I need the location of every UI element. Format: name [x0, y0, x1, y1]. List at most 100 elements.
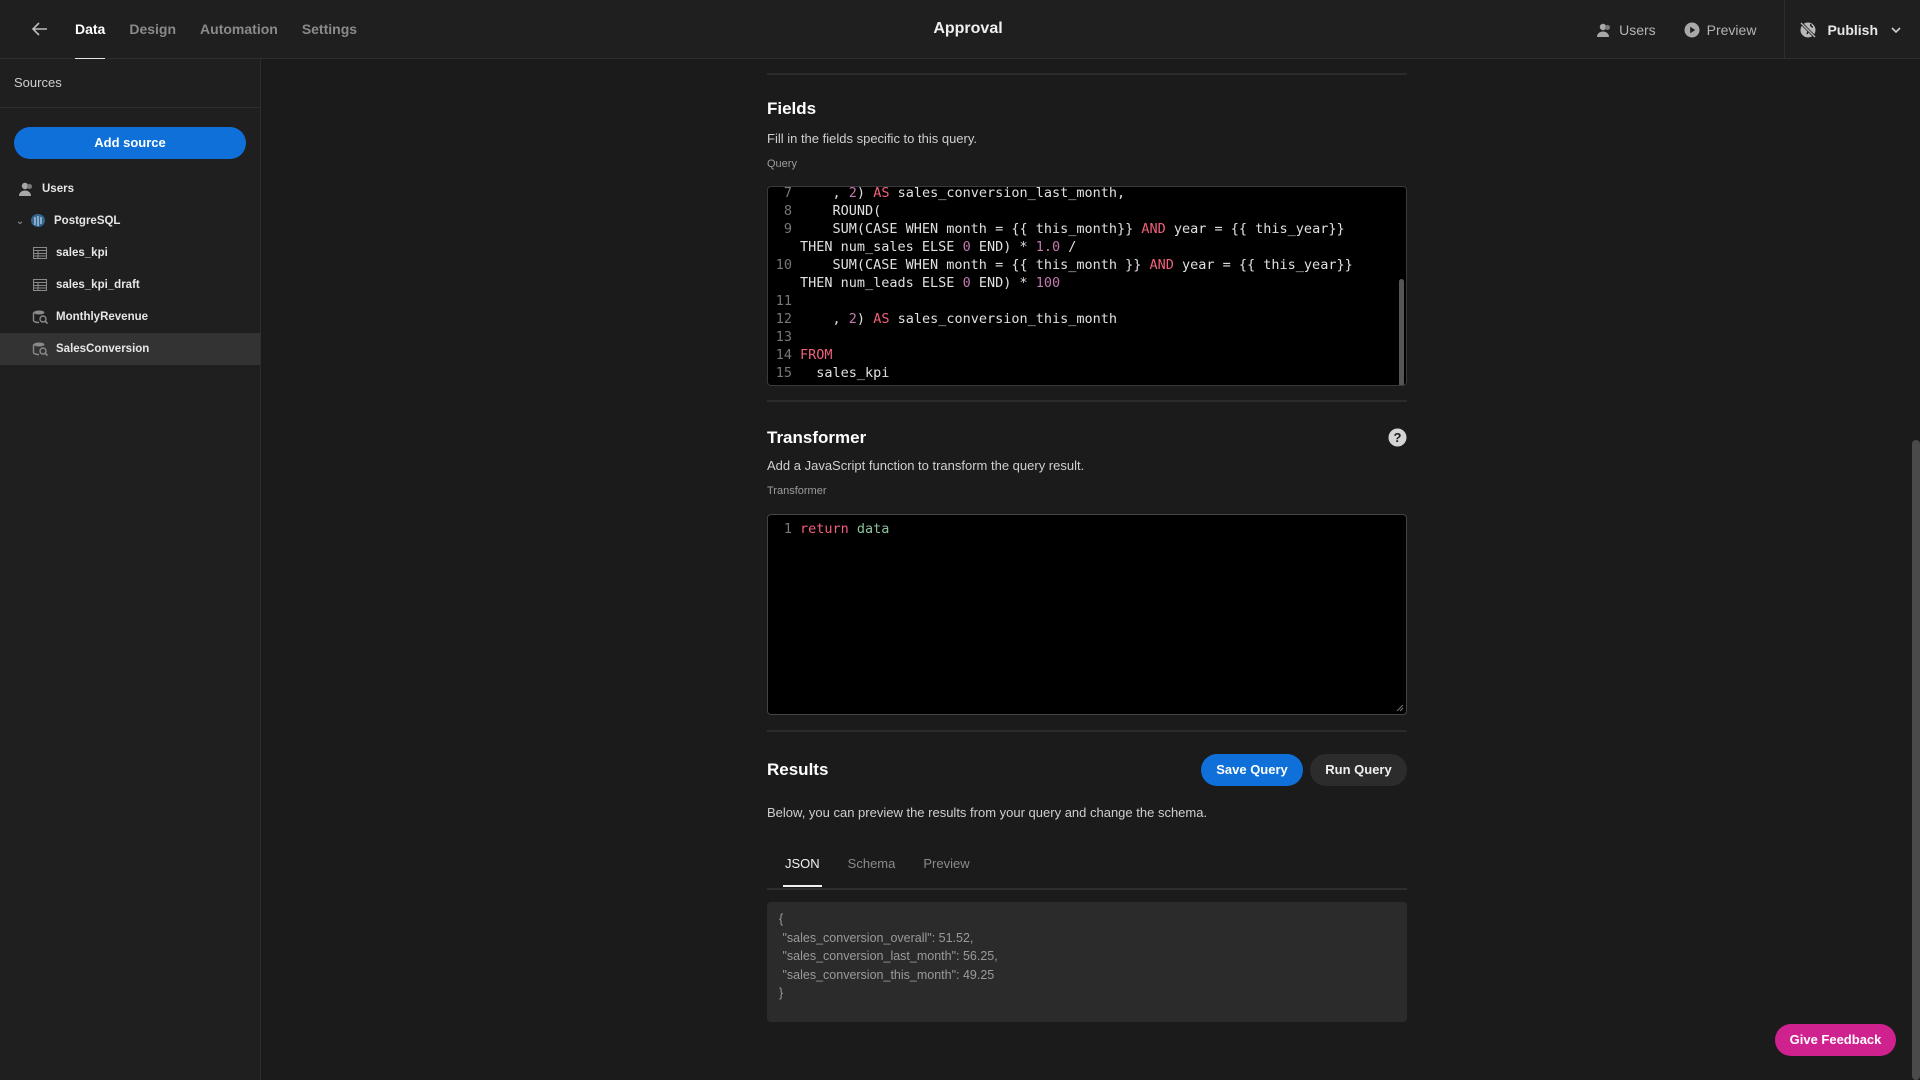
code-number: 2 [848, 311, 857, 327]
code-text: sales_conversion_this_month [889, 311, 1118, 327]
sidebar-item-sales-conversion[interactable]: SalesConversion [0, 333, 260, 365]
results-title: Results [767, 760, 829, 779]
code-text: ROUND( [800, 203, 882, 219]
top-bar: Data Design Automation Settings Approval… [0, 0, 1920, 60]
code-text: year = {{ this_year}} [1165, 221, 1345, 237]
line-number: 12 [775, 311, 792, 327]
save-query-button[interactable]: Save Query [1201, 754, 1303, 786]
main-panel: Fields Fill in the fields specific to th… [261, 59, 1920, 1080]
sidebar-item-sales-kpi-draft[interactable]: sales_kpi_draft [0, 269, 260, 301]
add-source-button[interactable]: Add source [14, 127, 246, 159]
tab-preview[interactable]: Preview [921, 844, 971, 884]
code-line: 12 , 2) AS sales_conversion_this_month [768, 310, 1117, 328]
code-line: 15 sales_kpi [768, 364, 890, 382]
postgresql-icon [30, 213, 46, 229]
nav-tab-data[interactable]: Data [75, 0, 106, 60]
line-number: 8 [783, 203, 792, 219]
results-tabs: JSON Schema Preview [783, 844, 996, 887]
nav-tab-automation[interactable]: Automation [200, 0, 278, 59]
tab-schema[interactable]: Schema [846, 844, 898, 884]
transformer-description: Add a JavaScript function to transform t… [767, 458, 1085, 473]
tabs-underline [767, 888, 1407, 890]
code-number: 100 [1035, 275, 1061, 291]
code-line: 7 , 2) AS sales_conversion_last_month, [768, 186, 1125, 202]
sidebar-item-label: PostgreSQL [54, 215, 121, 227]
code-line: 13 [768, 328, 800, 346]
tab-json[interactable]: JSON [783, 844, 822, 887]
users-icon [1597, 23, 1611, 37]
svg-text:?: ? [1394, 430, 1402, 445]
chevron-down-icon[interactable]: ⌄ [14, 216, 26, 227]
code-keyword: FROM [800, 347, 833, 363]
line-number: 15 [775, 365, 792, 381]
globe-off-icon [1800, 21, 1817, 38]
sidebar-header: Sources [0, 59, 260, 108]
sidebar-item-label: sales_kpi_draft [56, 279, 140, 291]
line-number: 10 [775, 257, 792, 273]
query-icon [32, 309, 48, 325]
line-number: 11 [775, 293, 792, 309]
play-circle-icon [1684, 22, 1700, 37]
code-text: , [800, 186, 849, 201]
line-number: 13 [775, 329, 792, 345]
help-circle-icon[interactable]: ? [1388, 428, 1407, 447]
table-icon [32, 245, 48, 261]
query-label: Query [767, 158, 797, 170]
code-line: 8 ROUND( [768, 202, 881, 220]
code-number: 1.0 [1035, 239, 1061, 255]
line-number: 14 [775, 347, 792, 363]
users-button[interactable]: Users [1596, 22, 1656, 38]
line-number: 9 [783, 221, 792, 237]
run-query-button[interactable]: Run Query [1310, 754, 1407, 786]
fields-title: Fields [767, 99, 817, 118]
sidebar-item-label: Users [42, 183, 74, 195]
sidebar-item-postgresql[interactable]: ⌄ PostgreSQL [0, 205, 260, 237]
publish-button[interactable]: Publish [1784, 0, 1920, 59]
publish-label: Publish [1827, 21, 1878, 38]
code-line: 1 return data [768, 520, 890, 538]
sidebar-item-label: sales_kpi [56, 247, 108, 259]
table-icon [32, 277, 48, 293]
transformer-editor[interactable]: 1 return data [767, 514, 1407, 715]
nav-tab-design[interactable]: Design [129, 0, 176, 59]
preview-button[interactable]: Preview [1684, 22, 1756, 38]
code-line: THEN num_sales ELSE 0 END) * 1.0 / [768, 238, 1076, 256]
sidebar-item-users[interactable]: Users [0, 173, 260, 205]
code-text: / [1060, 239, 1077, 255]
results-description: Below, you can preview the results from … [767, 805, 1208, 820]
transformer-title: Transformer [767, 428, 867, 447]
chevron-down-icon [1891, 26, 1901, 33]
transformer-label: Transformer [767, 485, 827, 497]
sidebar-item-label: MonthlyRevenue [56, 311, 149, 323]
code-keyword: AND [1141, 221, 1166, 237]
code-text: ) [856, 311, 874, 327]
code-text: END) * [970, 239, 1036, 255]
arrow-left-icon[interactable] [28, 17, 52, 41]
resize-handle-icon[interactable] [1396, 704, 1404, 712]
json-output: { "sales_conversion_overall": 51.52, "sa… [767, 902, 1407, 1022]
give-feedback-button[interactable]: Give Feedback [1775, 1024, 1896, 1056]
code-number: 0 [962, 239, 971, 255]
code-text: THEN num_sales ELSE [800, 239, 963, 255]
code-line: 14 FROM [768, 346, 833, 364]
query-editor[interactable]: 15 sales_kpi 14 FROM 13 12 , 2) AS sales_con… [767, 186, 1407, 386]
code-keyword: return [800, 521, 849, 537]
code-keyword: AS [873, 311, 890, 327]
code-keyword: AND [1149, 257, 1174, 273]
code-text: sales_kpi [800, 365, 890, 381]
editor-scrollbar[interactable] [1399, 279, 1404, 385]
sidebar-item-sales-kpi[interactable]: sales_kpi [0, 237, 260, 269]
page-scrollbar[interactable] [1912, 440, 1920, 1080]
line-number: 7 [783, 186, 792, 201]
code-text: SUM(CASE WHEN month = {{ this_month}} [800, 221, 1142, 237]
top-right-actions: Users Preview Publish [1596, 0, 1920, 59]
users-label: Users [1619, 21, 1656, 38]
users-icon [18, 181, 34, 197]
sidebar-item-monthly-revenue[interactable]: MonthlyRevenue [0, 301, 260, 333]
code-identifier: data [856, 521, 890, 537]
code-text: ) [856, 186, 874, 201]
code-number: 0 [962, 275, 971, 291]
code-number: 2 [848, 186, 857, 201]
nav-tab-settings[interactable]: Settings [302, 0, 357, 59]
code-text: SUM(CASE WHEN month = {{ this_month }} [800, 257, 1150, 273]
